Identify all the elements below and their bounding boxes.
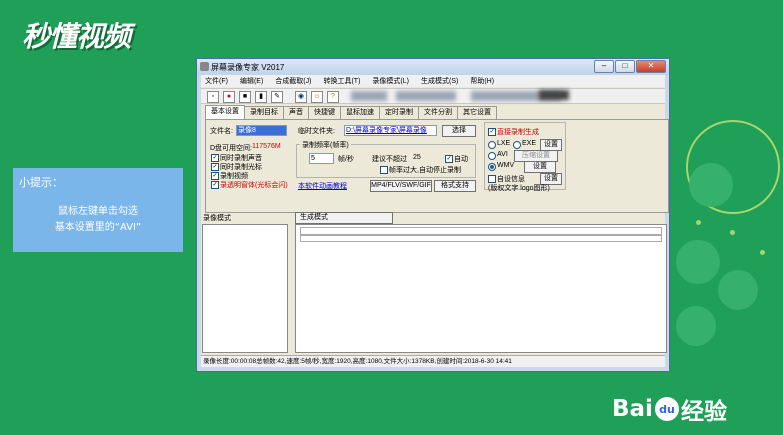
checkbox-auto-fps[interactable]: ✓ xyxy=(445,155,453,163)
generate-mode-header[interactable]: 生成模式 xyxy=(295,212,393,224)
tab-record-target[interactable]: 录制目标 xyxy=(244,106,284,119)
tip-line-1: 鼠标左键单击勾选 xyxy=(58,206,138,217)
checkbox-auto-stop[interactable] xyxy=(380,166,388,174)
deco-leaf-icon xyxy=(676,240,720,284)
help-icon[interactable]: ? xyxy=(327,91,339,103)
suggest-value: 25 xyxy=(413,154,421,161)
status-bar: 录像长度:00:00:08总帧数:42,速度:5帧/秒,宽度:1920,高度:1… xyxy=(201,355,665,367)
globe-icon[interactable]: ◉ xyxy=(295,91,307,103)
temp-folder-input[interactable]: D:\屏幕录像专家\屏幕录像 xyxy=(344,125,437,136)
radio-exe[interactable] xyxy=(513,141,521,149)
checkbox-transparent[interactable]: ✓ xyxy=(211,181,219,189)
lists-area: 录像模式 生成模式 xyxy=(201,212,667,364)
tip-box: 小提示： 鼠标左键单击勾选 基本设置里的“AVI” xyxy=(13,168,183,252)
browse-button[interactable]: 选择 xyxy=(442,125,476,137)
deco-dot xyxy=(696,220,701,225)
menu-record-mode[interactable]: 录像模式(L) xyxy=(372,76,409,86)
checkbox-auto-info[interactable] xyxy=(488,175,496,183)
window-title: 屏幕录像专家 V2017 xyxy=(211,63,285,72)
checkbox-sound[interactable]: ✓ xyxy=(211,154,219,162)
tab-basic[interactable]: 基本设置 xyxy=(205,105,245,120)
filename-label: 文件名: xyxy=(210,128,233,135)
toolbar: ▫ ● ■ ▮ ✎ ◉ ☺ ? xyxy=(201,88,665,104)
watermark-logo: 秒懂视频 xyxy=(22,20,131,53)
checkbox-video[interactable]: ✓ xyxy=(211,172,219,180)
radio-avi-label: AVI xyxy=(497,151,508,158)
checkbox-cursor[interactable]: ✓ xyxy=(211,163,219,171)
tab-scheduled[interactable]: 定时录制 xyxy=(379,106,419,119)
tab-other[interactable]: 其它设置 xyxy=(457,106,497,119)
filename-input[interactable]: 录像8 xyxy=(236,125,287,136)
menu-bar: 文件(F) 编辑(E) 合成截取(J) 转换工具(T) 录像模式(L) 生成模式… xyxy=(201,75,665,87)
menu-compose[interactable]: 合成截取(J) xyxy=(275,76,311,86)
fps-input[interactable]: 5 xyxy=(309,153,334,164)
tab-hotkeys[interactable]: 快捷键 xyxy=(308,106,341,119)
radio-exe-label: EXE xyxy=(522,140,537,147)
radio-wmv[interactable] xyxy=(488,163,496,171)
basic-settings-panel: 文件名: 录像8 临时文件夹: D:\屏幕录像专家\屏幕录像 选择 D盘可用空间… xyxy=(205,119,669,213)
progress-bar-2 xyxy=(300,235,662,242)
menu-file[interactable]: 文件(F) xyxy=(205,76,228,86)
blurred-area xyxy=(396,91,456,101)
record-list[interactable] xyxy=(202,224,288,353)
format-support-button[interactable]: 格式支持 xyxy=(434,180,476,192)
deco-phone-icon xyxy=(689,163,733,207)
new-icon[interactable]: ▫ xyxy=(207,91,219,103)
tab-sound[interactable]: 声音 xyxy=(283,106,309,119)
deco-star-icon xyxy=(718,270,758,310)
edit-icon[interactable]: ✎ xyxy=(271,91,283,103)
radio-avi[interactable] xyxy=(488,152,496,160)
blurred-area xyxy=(539,90,569,100)
minimize-button[interactable]: – xyxy=(594,60,614,73)
title-bar[interactable]: 屏幕录像专家 V2017 – □ ✕ xyxy=(197,59,669,75)
baidu-logo: Bai du 经验 xyxy=(612,396,727,425)
tip-title: 小提示： xyxy=(19,176,63,189)
pause-icon[interactable]: ▮ xyxy=(255,91,267,103)
tab-mouse-accel[interactable]: 鼠标加速 xyxy=(340,106,380,119)
tutorial-link[interactable]: 本软件动画教程 xyxy=(298,181,347,191)
radio-lxe-label: LXE xyxy=(497,140,511,147)
menu-help[interactable]: 帮助(H) xyxy=(470,76,494,86)
format-label-button[interactable]: MP4/FLV/SWF/GIF xyxy=(370,180,432,192)
menu-edit[interactable]: 编辑(E) xyxy=(240,76,263,86)
checkbox-direct-record[interactable]: ✓ xyxy=(488,128,496,136)
fps-group-label: 录制频率(帧率) xyxy=(300,140,351,150)
record-mode-header: 录像模式 xyxy=(203,215,231,222)
copyright-label: (版权文字 logo图形) xyxy=(488,185,550,192)
disk-space-value: 117576M xyxy=(252,143,281,150)
deco-dot xyxy=(760,250,765,255)
generate-list[interactable] xyxy=(295,224,667,353)
wmv-settings-button[interactable]: 设置 xyxy=(524,161,556,173)
app-window: 屏幕录像专家 V2017 – □ ✕ 文件(F) 编辑(E) 合成截取(J) 转… xyxy=(196,58,670,372)
paw-icon: du xyxy=(654,397,679,421)
fps-unit: 帧/秒 xyxy=(338,156,354,163)
record-icon[interactable]: ● xyxy=(223,91,235,103)
maximize-button[interactable]: □ xyxy=(615,60,635,73)
radio-lxe[interactable] xyxy=(488,141,496,149)
deco-dot xyxy=(730,230,735,235)
blurred-area xyxy=(351,91,387,101)
deco-plant-icon xyxy=(676,306,716,346)
users-icon[interactable]: ☺ xyxy=(311,91,323,103)
menu-generate-mode[interactable]: 生成模式(S) xyxy=(421,76,458,86)
app-icon xyxy=(200,62,209,71)
stop-icon[interactable]: ■ xyxy=(239,91,251,103)
auto-stop-label: 帧率过大,自动停止录制 xyxy=(389,167,461,174)
disk-space-label: D盘可用空间: xyxy=(210,145,252,152)
progress-bar xyxy=(300,227,662,235)
tip-line-2: 基本设置里的“AVI” xyxy=(54,222,142,233)
auto-fps-label: 自动 xyxy=(454,156,468,163)
close-button[interactable]: ✕ xyxy=(636,60,666,73)
tab-file-split[interactable]: 文件分割 xyxy=(418,106,458,119)
suggest-label: 建议不超过 xyxy=(372,156,407,163)
checkbox-transparent-label: 录透明窗体(光标会闪) xyxy=(220,182,288,189)
direct-record-label: 直接录制生成 xyxy=(497,129,539,136)
menu-tools[interactable]: 转换工具(T) xyxy=(323,76,360,86)
radio-wmv-label: WMV xyxy=(497,162,515,169)
temp-folder-label: 临时文件夹: xyxy=(298,128,335,135)
